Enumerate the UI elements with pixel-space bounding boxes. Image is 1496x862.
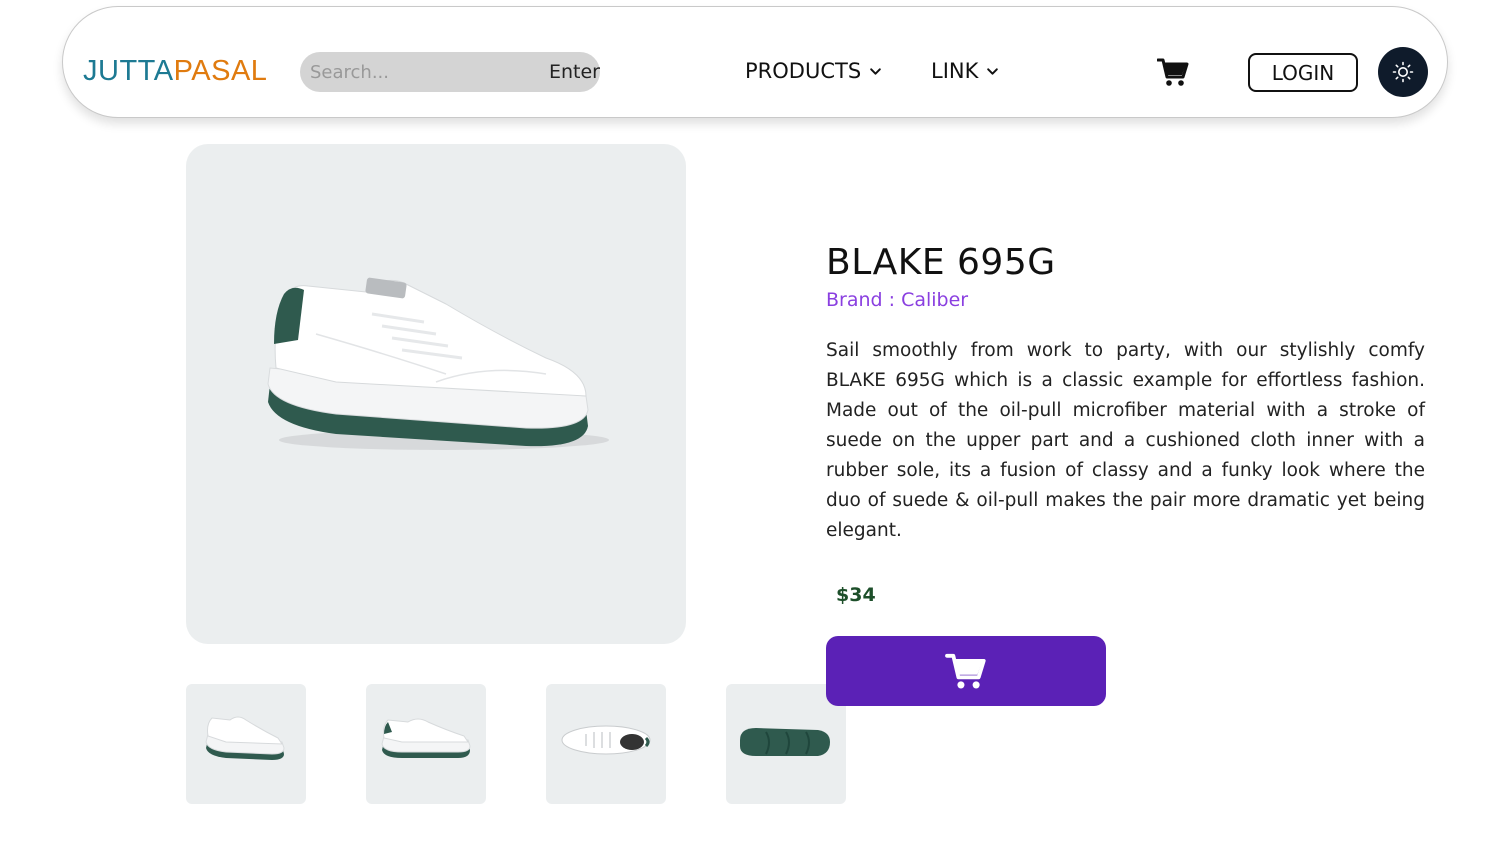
sneaker-image <box>267 277 609 450</box>
navbar: JUTTAPASAL Enter PRODUCTS LINK LOGIN <box>62 6 1448 118</box>
shopping-cart-icon[interactable] <box>1157 57 1189 87</box>
product-brand: Brand : Caliber <box>826 289 969 311</box>
thumbnail-2[interactable] <box>366 684 486 804</box>
nav-products-label: PRODUCTS <box>745 59 862 83</box>
nav-products-dropdown[interactable]: PRODUCTS <box>745 59 882 83</box>
product-price: $34 <box>836 584 876 606</box>
thumbnail-1[interactable] <box>186 684 306 804</box>
logo-part-2: PASAL <box>173 55 268 87</box>
sneaker-angle-thumbnail <box>381 718 471 758</box>
nav-link-dropdown[interactable]: LINK <box>931 59 999 83</box>
product-main-image <box>186 144 686 644</box>
site-logo[interactable]: JUTTAPASAL <box>83 55 267 88</box>
search-bar: Enter <box>300 52 600 92</box>
search-input[interactable] <box>300 61 549 83</box>
theme-toggle-button[interactable] <box>1378 47 1428 97</box>
chevron-down-icon <box>987 67 999 75</box>
search-enter-button[interactable]: Enter <box>549 61 600 83</box>
nav-link-label: LINK <box>931 59 979 83</box>
thumbnail-3[interactable] <box>546 684 666 804</box>
product-title: BLAKE 695G <box>826 242 1056 283</box>
thumbnail-4[interactable] <box>726 684 846 804</box>
sneaker-sole-thumbnail <box>740 728 830 756</box>
logo-part-1: JUTTA <box>83 55 174 87</box>
sneaker-side-thumbnail <box>205 716 285 760</box>
sun-icon <box>1392 61 1414 83</box>
add-to-cart-button[interactable] <box>826 636 1106 706</box>
login-button[interactable]: LOGIN <box>1248 53 1358 92</box>
chevron-down-icon <box>870 67 881 75</box>
product-description: Sail smoothly from work to party, with o… <box>826 340 1425 541</box>
sneaker-top-thumbnail <box>561 725 651 755</box>
shopping-cart-icon <box>945 653 986 689</box>
